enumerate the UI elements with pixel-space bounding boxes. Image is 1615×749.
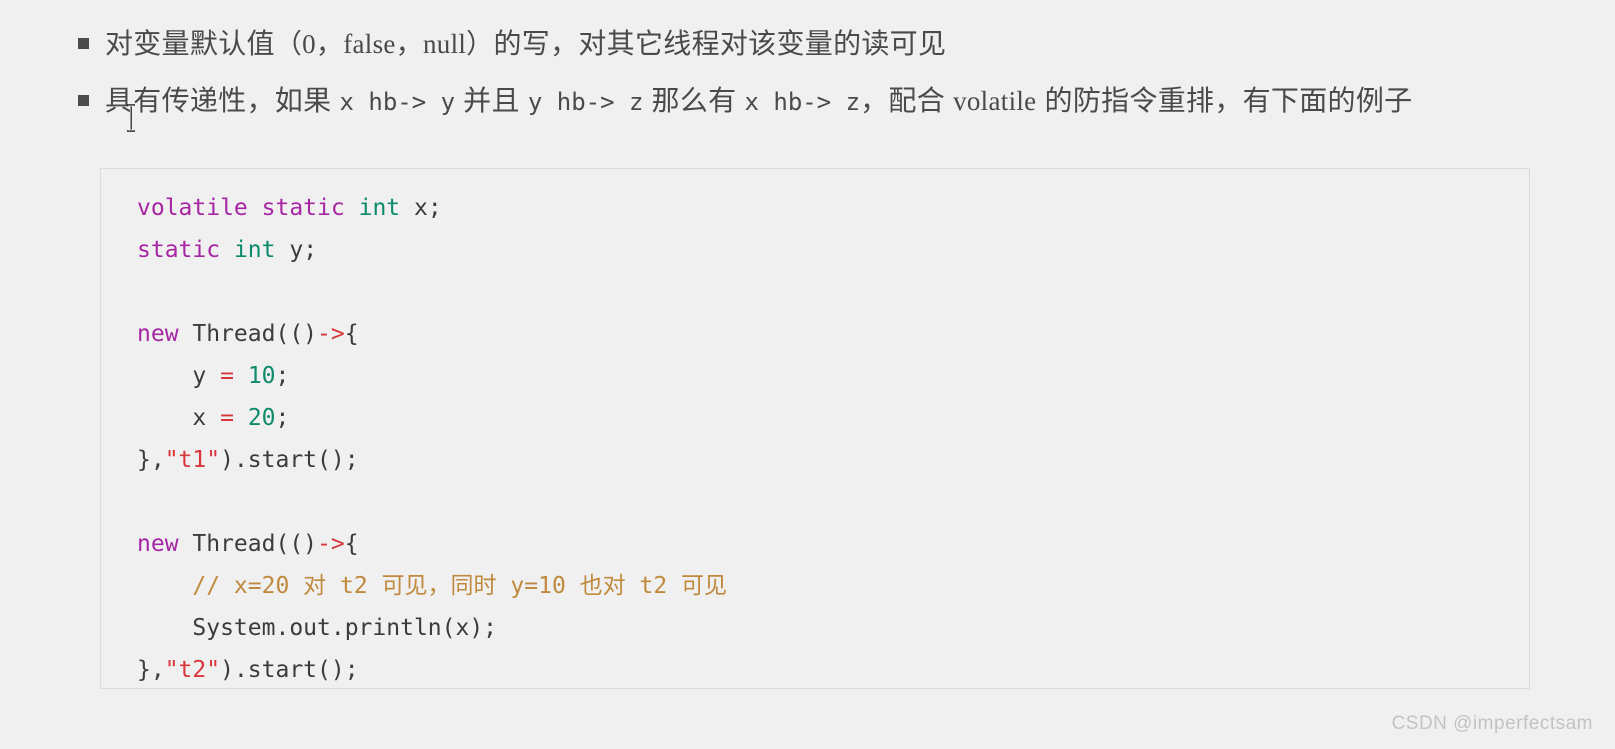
bullet-text-segment: x hb-> z bbox=[744, 87, 861, 116]
code-token: int bbox=[233, 237, 276, 263]
code-token: = bbox=[220, 363, 234, 389]
bullet-text-segment: 那么有 bbox=[643, 84, 745, 116]
code-token: { bbox=[344, 321, 359, 347]
bullet-item: 具有传递性，如果 x hb-> y 并且 y hb-> z 那么有 x hb->… bbox=[78, 79, 1578, 123]
code-token: "t2" bbox=[164, 657, 221, 683]
bullet-text-segment: （0，false，null） bbox=[274, 29, 494, 59]
code-line: y = 10; bbox=[137, 355, 1529, 397]
code-token: y bbox=[137, 363, 221, 389]
code-token: }, bbox=[137, 657, 165, 683]
code-token: ; bbox=[275, 363, 290, 389]
code-token: Thread(() bbox=[178, 531, 318, 557]
code-content: volatile static int x; static int y; new T… bbox=[101, 169, 1529, 691]
code-line: volatile static int x; bbox=[137, 187, 1529, 229]
bullet-item: 对变量默认值（0，false，null）的写，对其它线程对该变量的读可见 bbox=[78, 22, 1578, 66]
code-line: new Thread(()->{ bbox=[137, 523, 1529, 565]
code-token: { bbox=[344, 531, 359, 557]
code-token: = bbox=[220, 405, 234, 431]
code-token: Thread(() bbox=[178, 321, 318, 347]
code-token: ; bbox=[275, 405, 290, 431]
code-token: ).start(); bbox=[220, 447, 359, 473]
bullet-text-segment: 的写，对其它线程对该变量的读可见 bbox=[493, 28, 947, 59]
bullet-text-segment: 并且 bbox=[455, 84, 528, 116]
bullet-list: 对变量默认值（0，false，null）的写，对其它线程对该变量的读可见具有传递… bbox=[78, 22, 1578, 136]
code-token: x; bbox=[400, 195, 442, 221]
code-block[interactable]: volatile static int x; static int y; new T… bbox=[100, 168, 1530, 689]
code-line: },"t2").start(); bbox=[137, 649, 1529, 691]
bullet-text-segment: volatile bbox=[953, 85, 1037, 116]
code-token: System.out.println(x); bbox=[137, 615, 498, 641]
code-token: 20 bbox=[247, 405, 276, 431]
bullet-text-segment: 的防指令重排，有下面的例子 bbox=[1036, 84, 1413, 116]
code-token: 10 bbox=[247, 363, 276, 389]
code-token: }, bbox=[137, 447, 165, 473]
bullet-text-segment: ，配合 bbox=[860, 84, 954, 116]
code-token: new bbox=[137, 531, 179, 557]
code-token: ).start(); bbox=[220, 657, 359, 683]
code-line: static int y; bbox=[137, 229, 1529, 271]
code-token: new bbox=[137, 321, 179, 347]
square-bullet-icon bbox=[78, 38, 89, 49]
square-bullet-icon bbox=[78, 94, 89, 106]
code-token: y; bbox=[275, 237, 318, 263]
code-token: -> bbox=[317, 321, 345, 347]
code-line: new Thread(()->{ bbox=[137, 313, 1529, 355]
code-line: // x=20 对 t2 可见，同时 y=10 也对 t2 可见 bbox=[137, 565, 1529, 607]
code-token: static bbox=[137, 237, 221, 263]
bullet-text-segment: x hb-> y bbox=[339, 87, 456, 116]
page-root: 对变量默认值（0，false，null）的写，对其它线程对该变量的读可见具有传递… bbox=[0, 0, 1615, 749]
bullet-text: 具有传递性，如果 x hb-> y 并且 y hb-> z 那么有 x hb->… bbox=[105, 79, 1412, 123]
bullet-text-segment: 具有传递性，如果 bbox=[105, 84, 340, 116]
code-token: int bbox=[358, 195, 401, 221]
code-token: "t1" bbox=[164, 447, 221, 473]
code-token: x bbox=[137, 405, 221, 431]
bullet-text-segment: 对变量默认值 bbox=[105, 28, 275, 59]
code-token: static bbox=[261, 195, 345, 221]
code-line: },"t1").start(); bbox=[137, 439, 1529, 481]
bullet-text-segment: y hb-> z bbox=[527, 87, 644, 116]
code-token: -> bbox=[317, 531, 345, 557]
code-line: System.out.println(x); bbox=[137, 607, 1529, 649]
code-token: volatile bbox=[137, 195, 248, 221]
code-line: x = 20; bbox=[137, 397, 1529, 439]
watermark-label: CSDN @imperfectsam bbox=[1391, 713, 1593, 734]
code-token: // x=20 对 t2 可见，同时 y=10 也对 t2 可见 bbox=[192, 573, 728, 599]
bullet-text: 对变量默认值（0，false，null）的写，对其它线程对该变量的读可见 bbox=[105, 22, 946, 66]
